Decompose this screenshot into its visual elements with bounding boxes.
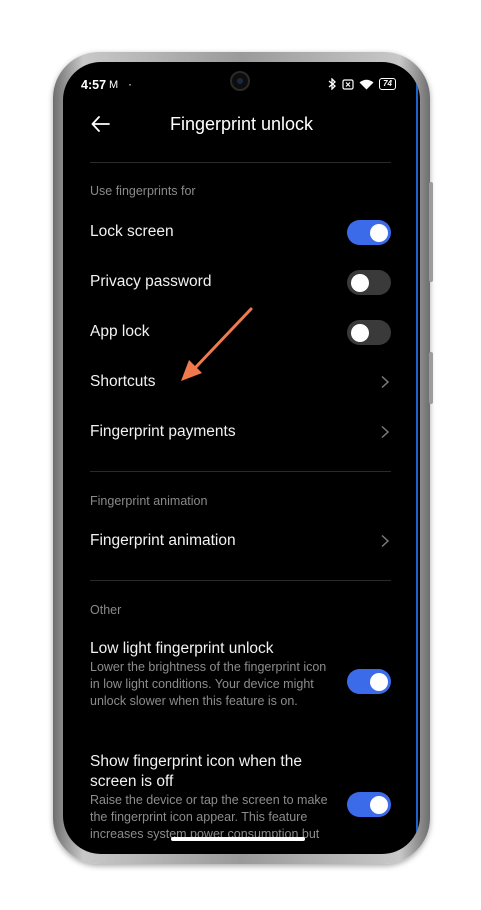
- toggle-knob: [350, 323, 369, 342]
- lock-screen-toggle[interactable]: [347, 220, 391, 245]
- page-title: Fingerprint unlock: [169, 114, 314, 134]
- toggle-knob: [370, 223, 388, 242]
- show-icon-title[interactable]: Show fingerprint icon when the screen is…: [90, 752, 330, 792]
- app-lock-toggle[interactable]: [347, 320, 391, 345]
- divider: [90, 580, 391, 581]
- front-camera: [230, 71, 250, 91]
- bluetooth-icon: [328, 78, 337, 90]
- volume-button: [429, 182, 433, 282]
- chevron-right-icon: [381, 425, 390, 439]
- toggle-knob: [370, 672, 388, 691]
- divider: [90, 471, 391, 472]
- privacy-password-toggle[interactable]: [347, 270, 391, 295]
- divider: [90, 162, 391, 163]
- chevron-right-icon: [381, 534, 390, 548]
- low-light-toggle[interactable]: [347, 669, 391, 694]
- chevron-right-icon: [381, 375, 390, 389]
- screen-edge-highlight: [416, 80, 418, 836]
- low-light-title[interactable]: Low light fingerprint unlock: [90, 640, 274, 658]
- section-label-other: Other: [90, 603, 122, 617]
- low-light-description: Lower the brightness of the fingerprint …: [90, 660, 327, 708]
- phone-screen: 4:57 M · 74 Fingerprint unlock Use finge…: [63, 62, 420, 854]
- sim-off-icon: [342, 78, 354, 90]
- section-label-fingerprint-animation: Fingerprint animation: [90, 494, 208, 508]
- gmail-icon: M: [109, 79, 119, 91]
- home-indicator[interactable]: [171, 837, 305, 841]
- show-icon-toggle[interactable]: [347, 792, 391, 817]
- shortcuts-item[interactable]: Shortcuts: [90, 373, 155, 391]
- show-icon-description: Raise the device or tap the screen to ma…: [90, 793, 328, 841]
- section-label-use-fingerprints: Use fingerprints for: [90, 184, 196, 198]
- toggle-knob: [370, 795, 388, 814]
- fingerprint-payments-item[interactable]: Fingerprint payments: [90, 423, 236, 441]
- toggle-knob: [350, 273, 369, 292]
- lock-screen-label[interactable]: Lock screen: [90, 223, 174, 241]
- fingerprint-animation-item[interactable]: Fingerprint animation: [90, 532, 236, 550]
- notification-dot: ·: [128, 77, 132, 91]
- battery-indicator: 74: [379, 78, 396, 90]
- app-lock-label[interactable]: App lock: [90, 323, 149, 341]
- page-header: Fingerprint unlock: [63, 102, 420, 152]
- status-time: 4:57: [81, 78, 107, 92]
- power-button: [429, 352, 433, 404]
- privacy-password-label[interactable]: Privacy password: [90, 273, 211, 291]
- status-icons: 74: [328, 78, 396, 90]
- wifi-icon: [359, 79, 374, 89]
